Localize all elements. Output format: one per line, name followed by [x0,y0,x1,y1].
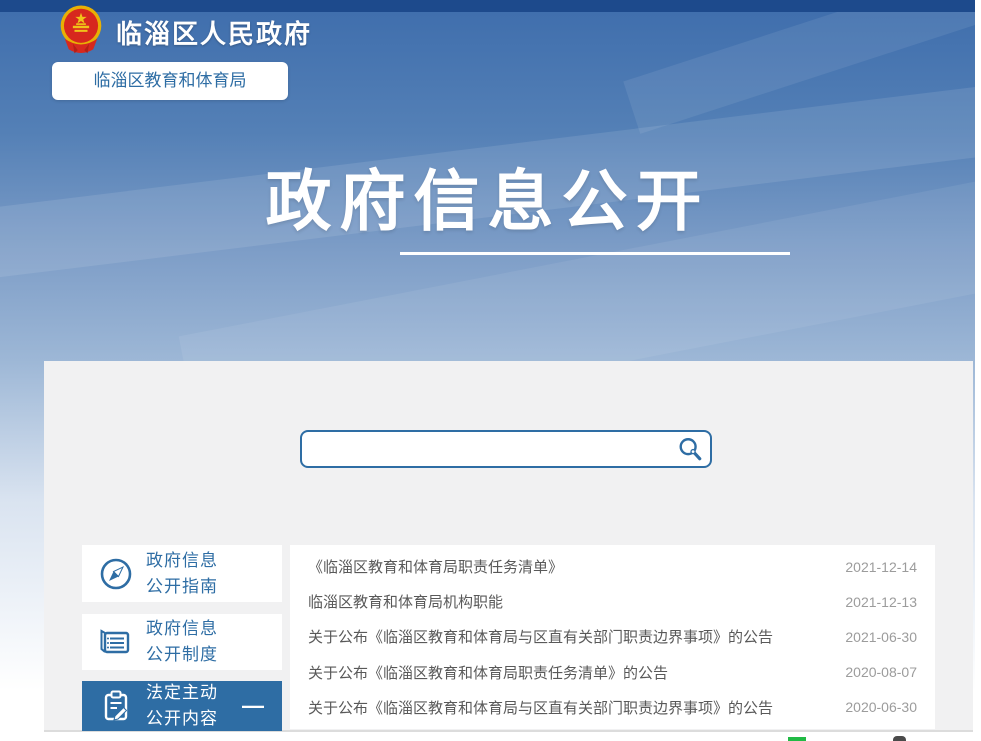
title-underline [400,252,790,255]
list-item[interactable]: 关于公布《临淄区教育和体育局与区直有关部门职责边界事项》的公告 2020-06-… [290,690,935,724]
compass-icon [98,556,134,592]
sidebar-item-statutory-disclosure[interactable]: 法定主动 公开内容 — [82,681,282,731]
search-box [300,430,712,468]
article-list: 《临淄区教育和体育局职责任务清单》 2021-12-14 临淄区教育和体育局机构… [290,545,935,729]
article-date: 2020-08-07 [845,664,917,680]
collapse-minus-icon[interactable]: — [242,698,264,714]
article-date: 2020-06-30 [845,699,917,715]
article-date: 2021-06-30 [845,629,917,645]
sidebar-item-label: 政府信息 公开制度 [146,616,218,668]
sidebar-item-label: 政府信息 公开指南 [146,548,218,600]
article-date: 2021-12-14 [845,559,917,575]
article-title[interactable]: 关于公布《临淄区教育和体育局与区直有关部门职责边界事项》的公告 [308,697,773,718]
list-item[interactable]: 临淄区教育和体育局机构职能 2021-12-13 [290,585,935,619]
article-title[interactable]: 《临淄区教育和体育局职责任务清单》 [308,556,563,577]
page-title: 政府信息公开 [0,148,975,244]
search-button[interactable] [670,432,710,466]
sidebar-item-label: 法定主动 公开内容 [146,680,218,732]
page-root: 临淄区人民政府 临淄区教育和体育局 政府信息公开 政府信息 公开指南 [0,0,981,741]
department-button[interactable]: 临淄区教育和体育局 [52,62,288,100]
article-title[interactable]: 关于公布《临淄区教育和体育局职责任务清单》的公告 [308,662,668,683]
list-item[interactable]: 《临淄区教育和体育局职责任务清单》 2021-12-14 [290,550,935,584]
article-title[interactable]: 关于公布《临淄区教育和体育局与区直有关部门职责边界事项》的公告 [308,626,773,647]
list-item[interactable]: 关于公布《临淄区教育和体育局职责任务清单》的公告 2020-08-07 [290,655,935,689]
article-title[interactable]: 临淄区教育和体育局机构职能 [308,591,503,612]
footer-green-line-fragment [788,737,806,741]
search-input[interactable] [302,432,670,466]
clipboard-pencil-icon [98,688,134,724]
document-icon [98,624,134,660]
site-name: 临淄区人民政府 [116,14,312,51]
sidebar-item-rules[interactable]: 政府信息 公开制度 [82,614,282,670]
sidebar-item-guide[interactable]: 政府信息 公开指南 [82,545,282,602]
search-icon [677,436,703,462]
footer-icon-fragment [893,736,906,741]
article-date: 2021-12-13 [845,594,917,610]
national-emblem-icon [55,2,107,56]
list-item[interactable]: 关于公布《临淄区教育和体育局与区直有关部门职责边界事项》的公告 2021-06-… [290,620,935,654]
top-stripe [0,0,975,12]
